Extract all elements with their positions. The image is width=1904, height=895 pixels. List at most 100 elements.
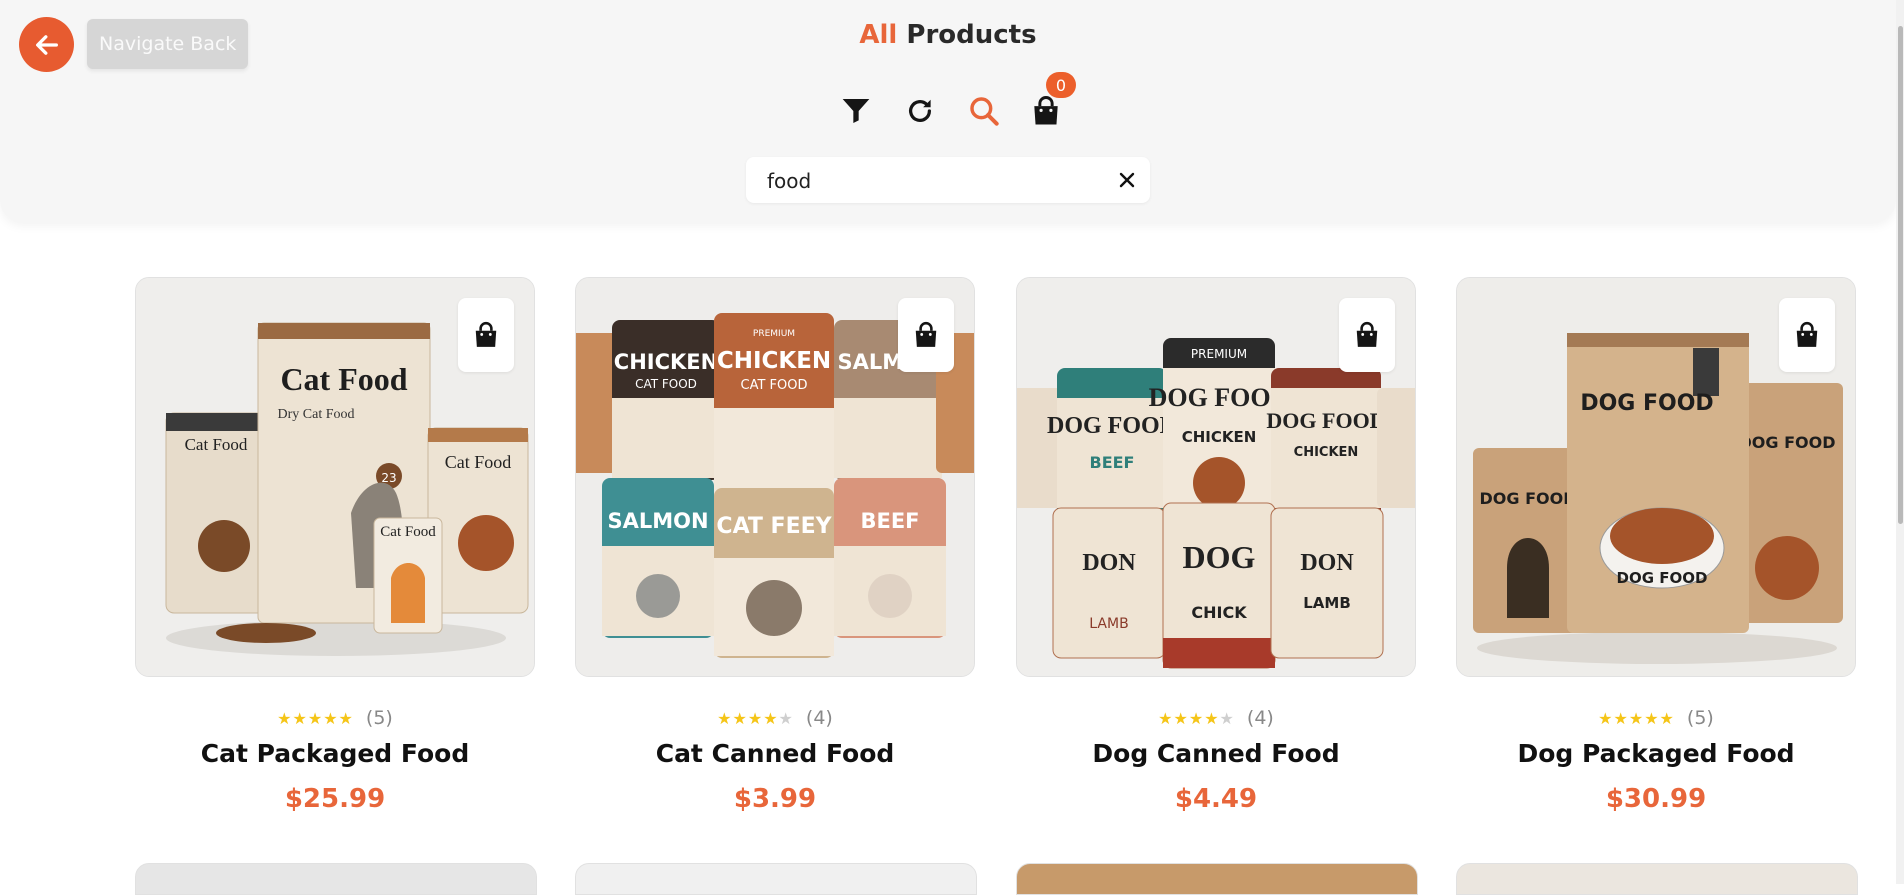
svg-text:DOG FOOD: DOG FOOD bbox=[1047, 413, 1177, 439]
svg-text:LAMB: LAMB bbox=[1089, 616, 1128, 632]
search-field bbox=[746, 157, 1150, 205]
svg-text:CHICKEN: CHICKEN bbox=[717, 348, 831, 374]
search-icon bbox=[970, 97, 999, 126]
rating-stars: ★★★★★ bbox=[717, 707, 794, 729]
svg-text:CHICKEN: CHICKEN bbox=[614, 350, 718, 374]
back-button[interactable] bbox=[19, 17, 74, 72]
svg-text:DOG FOOD: DOG FOOD bbox=[1266, 408, 1385, 433]
product-price: $25.99 bbox=[284, 784, 386, 814]
svg-text:DOG FOOD: DOG FOOD bbox=[1617, 569, 1708, 587]
shopping-bag-icon bbox=[1356, 321, 1378, 347]
svg-text:CHICK: CHICK bbox=[1191, 603, 1247, 622]
svg-text:LAMB: LAMB bbox=[1303, 594, 1351, 612]
arrow-left-icon bbox=[35, 34, 58, 55]
star-icon: ★ bbox=[338, 708, 354, 728]
product-name[interactable]: Dog Canned Food bbox=[1016, 739, 1416, 768]
product-name[interactable]: Cat Packaged Food bbox=[135, 739, 535, 768]
svg-text:CAT FEEY: CAT FEEY bbox=[716, 514, 832, 539]
svg-text:DOG FOOD: DOG FOOD bbox=[1580, 391, 1713, 416]
add-to-cart-button[interactable] bbox=[1779, 298, 1835, 372]
star-icon: ★ bbox=[1188, 708, 1205, 728]
product-card-partial[interactable] bbox=[1456, 863, 1858, 895]
svg-text:DOG FOOD: DOG FOOD bbox=[1480, 489, 1577, 508]
product-price: $4.49 bbox=[1174, 784, 1258, 814]
clear-search-button[interactable] bbox=[1114, 167, 1140, 193]
filter-button[interactable] bbox=[836, 88, 876, 134]
star-icon: ★ bbox=[763, 708, 779, 728]
shopping-bag-icon bbox=[915, 321, 937, 347]
star-icon: ★ bbox=[732, 708, 748, 728]
svg-text:PREMIUM: PREMIUM bbox=[1191, 347, 1247, 361]
product-rating: ★★★★★ (4) bbox=[1016, 706, 1416, 729]
product-image[interactable]: DOG FOOD BEEF DOG FOOD CHICKEN PREMIUM D… bbox=[1016, 277, 1416, 677]
cart-count-badge: 0 bbox=[1046, 72, 1076, 98]
product-card-partial[interactable] bbox=[1016, 863, 1418, 895]
back-tooltip: Navigate Back bbox=[87, 19, 249, 69]
svg-text:CHICKEN: CHICKEN bbox=[1182, 428, 1257, 446]
product-rating: ★★★★★ (5) bbox=[135, 706, 535, 729]
rating-stars: ★★★★★ bbox=[277, 707, 354, 729]
product-rating: ★★★★★ (5) bbox=[1456, 706, 1856, 729]
refresh-icon bbox=[909, 99, 931, 122]
page-title-accent: All bbox=[859, 20, 898, 50]
star-icon: ★ bbox=[1598, 708, 1614, 728]
star-icon: ★ bbox=[1173, 708, 1189, 728]
add-to-cart-button[interactable] bbox=[458, 298, 514, 372]
toolbar bbox=[836, 88, 1066, 134]
svg-text:Cat Food: Cat Food bbox=[185, 435, 248, 454]
cart-icon bbox=[1034, 96, 1058, 125]
close-icon bbox=[1119, 172, 1135, 188]
product-image[interactable]: CHICKEN CAT FOOD CHICKEN CAT FOOD PREMIU… bbox=[575, 277, 975, 677]
product-rating: ★★★★★ (4) bbox=[575, 706, 975, 729]
scrollbar-thumb[interactable] bbox=[1898, 26, 1903, 524]
svg-text:Dry Cat Food: Dry Cat Food bbox=[278, 407, 355, 422]
star-icon: ★ bbox=[307, 708, 324, 728]
star-icon: ★ bbox=[747, 708, 764, 728]
rating-count: (4) bbox=[805, 706, 833, 729]
filter-icon bbox=[842, 99, 870, 123]
svg-text:Cat Food: Cat Food bbox=[380, 524, 436, 540]
page-title-text: Products bbox=[906, 20, 1037, 50]
search-button[interactable] bbox=[964, 88, 1004, 134]
svg-text:CAT FOOD: CAT FOOD bbox=[635, 377, 697, 391]
star-icon: ★ bbox=[1659, 708, 1675, 728]
svg-text:Cat Food: Cat Food bbox=[280, 361, 407, 397]
search-input[interactable] bbox=[765, 157, 1099, 205]
add-to-cart-button[interactable] bbox=[898, 298, 954, 372]
page-title: All Products bbox=[0, 20, 1896, 50]
star-icon: ★ bbox=[292, 708, 308, 728]
star-icon: ★ bbox=[717, 708, 733, 728]
star-icon: ★ bbox=[1628, 708, 1645, 728]
svg-text:CHICKEN: CHICKEN bbox=[1294, 445, 1359, 460]
svg-text:DOG: DOG bbox=[1183, 539, 1256, 575]
shopping-bag-icon bbox=[475, 321, 497, 347]
star-icon: ★ bbox=[1204, 708, 1220, 728]
svg-text:DON: DON bbox=[1082, 550, 1136, 576]
product-name[interactable]: Cat Canned Food bbox=[575, 739, 975, 768]
star-icon: ★ bbox=[323, 708, 339, 728]
rating-count: (5) bbox=[1686, 706, 1714, 729]
product-card-partial[interactable] bbox=[575, 863, 977, 895]
product-image[interactable]: Cat Food Cat Food Dry Cat Food 23 Cat Fo… bbox=[135, 277, 535, 677]
rating-stars: ★★★★★ bbox=[1598, 707, 1675, 729]
top-header: All Products 0 bbox=[0, 0, 1896, 222]
star-icon: ★ bbox=[277, 708, 293, 728]
svg-text:BEEF: BEEF bbox=[860, 509, 919, 533]
rating-count: (5) bbox=[365, 706, 393, 729]
product-card-partial[interactable] bbox=[135, 863, 537, 895]
star-icon: ★ bbox=[778, 708, 794, 728]
svg-text:BEEF: BEEF bbox=[1090, 453, 1135, 472]
svg-text:DOG FOOD: DOG FOOD bbox=[1739, 433, 1836, 452]
shopping-bag-icon bbox=[1796, 321, 1818, 347]
star-icon: ★ bbox=[1158, 708, 1174, 728]
product-price: $30.99 bbox=[1605, 784, 1707, 814]
svg-text:SALMON: SALMON bbox=[607, 509, 708, 533]
star-icon: ★ bbox=[1644, 708, 1660, 728]
star-icon: ★ bbox=[1613, 708, 1629, 728]
svg-text:PREMIUM: PREMIUM bbox=[753, 329, 795, 339]
product-image[interactable]: DOG FOOD DOG FOOD DOG FOOD DOG FOOD bbox=[1456, 277, 1856, 677]
product-name[interactable]: Dog Packaged Food bbox=[1456, 739, 1856, 768]
add-to-cart-button[interactable] bbox=[1339, 298, 1395, 372]
refresh-button[interactable] bbox=[900, 88, 940, 134]
rating-stars: ★★★★★ bbox=[1158, 707, 1235, 729]
